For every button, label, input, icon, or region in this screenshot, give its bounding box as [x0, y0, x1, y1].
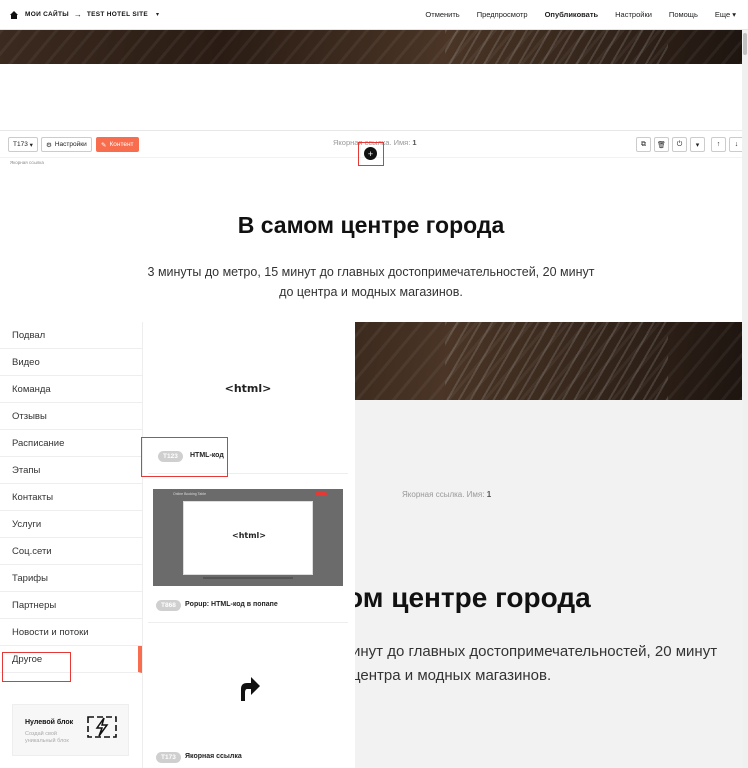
- pencil-icon: ✎: [101, 141, 107, 149]
- zero-block-lightning-icon: [86, 715, 118, 744]
- scrollbar-thumb[interactable]: [743, 33, 747, 55]
- section-subtitle-line1: 3 минуты до метро, 15 минут до главных д…: [147, 265, 595, 279]
- block-code-dropdown[interactable]: T173 ▾: [8, 137, 38, 152]
- copy-icon[interactable]: ⧉: [636, 137, 651, 152]
- anchor-label-name: 1: [412, 138, 417, 147]
- category-reviews[interactable]: Отзывы: [0, 403, 142, 430]
- lower-section-title: ом центре города: [355, 582, 591, 613]
- block-code-badge: T173: [156, 752, 181, 763]
- lower-anchor-prefix: Якорная ссылка. Имя:: [402, 490, 485, 499]
- anchor-arrow-icon: [237, 675, 261, 708]
- zero-block-card[interactable]: Нулевой блок Создай свой уникальный блок: [12, 704, 129, 756]
- top-menu: Отменить Предпросмотр Опубликовать Настр…: [425, 10, 736, 19]
- page-preview-lower: Якорная ссылка. Имя: 1 ом центре города …: [355, 400, 742, 768]
- category-video[interactable]: Видео: [0, 349, 142, 376]
- block-code-label: T173: [13, 141, 28, 148]
- block-settings-label: Настройки: [54, 141, 87, 148]
- popup-preview-button: [315, 492, 327, 496]
- block-settings-button[interactable]: ⚙ Настройки: [41, 137, 92, 152]
- home-icon[interactable]: [9, 10, 19, 20]
- settings-button[interactable]: Настройки: [615, 10, 652, 19]
- breadcrumb-my-sites[interactable]: МОИ САЙТЫ: [25, 11, 69, 18]
- category-social[interactable]: Соц.сети: [0, 538, 142, 565]
- block-list-panel: <html> T123 HTML-код Online Booking Tabl…: [143, 322, 355, 768]
- lower-anchor-name: 1: [486, 490, 492, 499]
- lower-subtitle-line2: центра и модных магазинов.: [355, 667, 552, 684]
- lower-subtitle-line1: инут до главных достопримечательностей, …: [355, 643, 718, 660]
- dropdown-icon[interactable]: ▾: [690, 137, 705, 152]
- undo-button[interactable]: Отменить: [425, 10, 459, 19]
- small-anchor-text: Якорная ссылка: [10, 160, 44, 165]
- popup-preview-window: <html>: [183, 501, 313, 575]
- block-name: Якорная ссылка: [185, 753, 242, 760]
- lower-anchor-label: Якорная ссылка. Имя: 1: [402, 490, 491, 499]
- block-card-popup-preview[interactable]: Online Booking Table <html>: [153, 489, 343, 586]
- zero-block-subtitle: Создай свой уникальный блок: [25, 731, 69, 744]
- breadcrumb-arrow: →: [73, 10, 82, 19]
- block-content-button[interactable]: ✎ Контент: [96, 137, 139, 152]
- category-services[interactable]: Услуги: [0, 511, 142, 538]
- site-dropdown-caret[interactable]: ▾: [156, 11, 159, 18]
- add-block-button[interactable]: +: [364, 147, 377, 160]
- power-icon[interactable]: ⏻: [672, 137, 687, 152]
- category-pricing[interactable]: Тарифы: [0, 565, 142, 592]
- highlight-html-block: [141, 437, 228, 477]
- section-title: В самом центре города: [237, 212, 505, 238]
- section-subtitle-line2: до центра и модных магазинов.: [279, 285, 463, 299]
- html-code-preview: <html>: [224, 382, 272, 395]
- lower-section-subtitle: инут до главных достопримечательностей, …: [355, 640, 717, 688]
- category-contacts[interactable]: Контакты: [0, 484, 142, 511]
- publish-button[interactable]: Опубликовать: [545, 10, 599, 19]
- help-button[interactable]: Помощь: [669, 10, 698, 19]
- category-schedule[interactable]: Расписание: [0, 430, 142, 457]
- cover-image-top: [0, 30, 742, 64]
- zero-block-title: Нулевой блок: [25, 719, 74, 726]
- block-content-label: Контент: [109, 141, 134, 148]
- category-partners[interactable]: Партнеры: [0, 592, 142, 619]
- category-team[interactable]: Команда: [0, 376, 142, 403]
- page-scrollbar[interactable]: [742, 30, 748, 768]
- trash-icon[interactable]: 🗑: [654, 137, 669, 152]
- popup-preview-line: [203, 577, 293, 579]
- breadcrumb-site-name[interactable]: TEST HOTEL SITE: [87, 11, 148, 18]
- card-divider: [148, 622, 348, 623]
- block-action-buttons: ⧉ 🗑 ⏻ ▾ ↑ ↓: [633, 137, 744, 152]
- block-category-panel: Подвал Видео Команда Отзывы Расписание Э…: [0, 322, 143, 768]
- gear-icon: ⚙: [46, 141, 52, 149]
- block-code-badge: T868: [156, 600, 181, 611]
- top-bar: МОИ САЙТЫ → TEST HOTEL SITE ▾ Отменить П…: [0, 0, 748, 30]
- highlight-other-category: [2, 652, 71, 682]
- category-news[interactable]: Новости и потоки: [0, 619, 142, 646]
- arrow-up-icon[interactable]: ↑: [711, 137, 726, 152]
- preview-button[interactable]: Предпросмотр: [477, 10, 528, 19]
- category-footer[interactable]: Подвал: [0, 322, 142, 349]
- popup-html-preview: <html>: [231, 531, 266, 540]
- category-steps[interactable]: Этапы: [0, 457, 142, 484]
- block-name: Popup: HTML-код в попапе: [185, 601, 278, 608]
- popup-preview-title: Online Booking Table: [173, 492, 207, 496]
- more-menu-button[interactable]: Еще ▾: [715, 10, 736, 19]
